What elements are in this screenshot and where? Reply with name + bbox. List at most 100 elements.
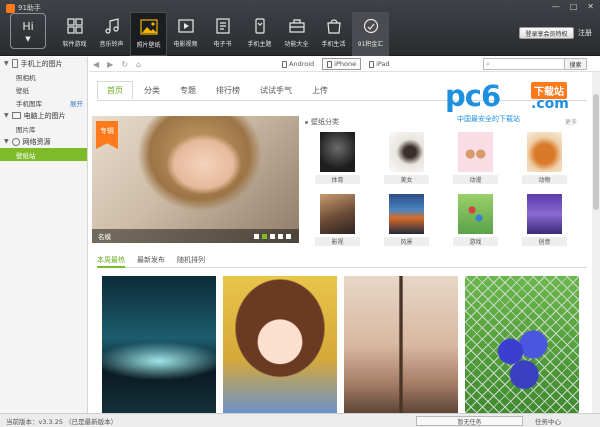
nav-ebook[interactable]: 电子书	[204, 12, 241, 56]
tab-topics[interactable]: 专题	[171, 81, 205, 100]
sidebar-item-camera[interactable]: 照相机	[0, 70, 87, 83]
category-thumb	[458, 132, 493, 172]
category-thumb	[320, 194, 355, 234]
phone-theme-icon	[251, 17, 269, 35]
category-thumb	[389, 132, 424, 172]
category-animals[interactable]: 动物	[522, 132, 567, 184]
logo-suffix: .com	[531, 96, 569, 112]
vertical-scrollbar[interactable]	[592, 72, 600, 413]
window-title: 91助手	[18, 4, 41, 12]
sidebar-item-wallpaper[interactable]: 壁纸	[0, 83, 87, 96]
nav-theme[interactable]: 手机主题	[241, 12, 278, 56]
carousel-dot[interactable]	[270, 234, 275, 239]
search-input[interactable]: ⌕	[483, 58, 565, 70]
device-tab-ipad[interactable]: iPad	[365, 58, 394, 70]
chevron-down-icon: ▼	[25, 34, 31, 43]
sidebar-group-network[interactable]: ▼ 网络资源	[0, 135, 87, 148]
shopping-bag-icon	[325, 17, 343, 35]
category-label: 体育	[315, 175, 360, 184]
sidebar-group-phone[interactable]: ▼ 手机上的图片	[0, 57, 87, 70]
logo-slogan: 中国最安全的下载站	[457, 115, 520, 123]
nav-label: 手机生活	[321, 41, 346, 48]
carousel-dot[interactable]	[278, 234, 283, 239]
close-button[interactable]: ✕	[587, 2, 594, 11]
carousel-dot[interactable]	[254, 234, 259, 239]
sidebar-item-wallpaper-site[interactable]: 壁纸站	[0, 148, 87, 161]
search-bar: ⌕ 搜索	[483, 58, 587, 70]
nav-photos[interactable]: 照片壁纸	[130, 12, 167, 56]
back-icon[interactable]: ◀	[93, 60, 99, 69]
wallpaper-thumb[interactable]	[465, 276, 579, 413]
device-tab-android[interactable]: Android	[278, 58, 318, 70]
nav-music[interactable]: 音乐铃声	[93, 12, 130, 56]
main-nav: 软件游戏 音乐铃声 照片壁纸 电影视频 电子书 手机主题 功能大全 手机生活 9…	[56, 12, 389, 56]
featured-banner[interactable]: 专辑 名模	[92, 116, 299, 243]
sidebar-item-library[interactable]: 图片库	[0, 122, 87, 135]
wallpaper-thumb[interactable]	[102, 276, 216, 413]
forward-icon[interactable]: ▶	[107, 60, 113, 69]
category-movies[interactable]: 影视	[315, 194, 360, 246]
register-link[interactable]: 注册	[578, 28, 592, 38]
scrollbar-thumb[interactable]	[593, 94, 599, 210]
device-switch: Android iPhone iPad	[278, 58, 394, 70]
login-button[interactable]: 登录享会员特权	[519, 27, 574, 39]
video-play-icon	[177, 17, 195, 35]
wallpaper-grid	[102, 276, 579, 413]
sidebar-item-gallery[interactable]: 手机图库 展开	[0, 96, 87, 109]
category-beauty[interactable]: 美女	[384, 132, 429, 184]
nav-apps[interactable]: 软件游戏	[56, 12, 93, 56]
task-center-button[interactable]: 任务中心	[535, 416, 561, 426]
expand-link[interactable]: 展开	[70, 98, 83, 108]
wallpaper-thumb[interactable]	[344, 276, 458, 413]
carousel-dots	[254, 234, 291, 239]
tab-weekly-hot[interactable]: 本周最热	[97, 255, 125, 268]
category-creative[interactable]: 创意	[522, 194, 567, 246]
carousel-dot[interactable]	[286, 234, 291, 239]
banner-photo	[92, 116, 299, 243]
category-sports[interactable]: 体育	[315, 132, 360, 184]
tab-upload[interactable]: 上传	[303, 81, 337, 100]
category-title-text: 壁纸分类	[311, 118, 339, 126]
computer-icon	[11, 112, 21, 119]
more-link[interactable]: 更多	[565, 117, 577, 126]
tab-ranking[interactable]: 排行榜	[207, 81, 249, 100]
tab-category[interactable]: 分类	[135, 81, 169, 100]
carousel-dot[interactable]	[262, 234, 267, 239]
top-toolbar: 91助手 — □ ✕ Hi ▼ 软件游戏 音乐铃声 照片壁纸 电影视频 电子书 …	[0, 0, 600, 56]
category-anime[interactable]: 动漫	[453, 132, 498, 184]
minimize-button[interactable]: —	[552, 2, 560, 11]
wallpaper-thumb[interactable]	[223, 276, 337, 413]
hi-button[interactable]: Hi ▼	[10, 13, 46, 49]
nav-coins[interactable]: 91积金汇	[352, 12, 389, 56]
category-label: 风景	[384, 237, 429, 246]
tab-home[interactable]: 首页	[97, 81, 133, 100]
category-grid: 体育 美女 动漫 动物 影视 风景 游戏 创意	[315, 132, 567, 246]
sidebar-item-label: 照相机	[16, 73, 36, 82]
maximize-button[interactable]: □	[570, 2, 578, 11]
sidebar: ▼ 手机上的图片 照相机 壁纸 手机图库 展开 ▼ 电脑上的图片 图片库 ▼ 网…	[0, 57, 88, 413]
device-tab-iphone[interactable]: iPhone	[322, 58, 362, 70]
category-games[interactable]: 游戏	[453, 194, 498, 246]
nav-life[interactable]: 手机生活	[315, 12, 352, 56]
tab-random[interactable]: 随机排列	[177, 255, 205, 268]
status-bar: 当前版本：v3.3.25 （已是最新版本） 暂无任务 任务中心	[0, 413, 600, 427]
nav-label: 软件游戏	[62, 41, 87, 48]
home-icon[interactable]: ⌂	[136, 60, 141, 69]
tab-newest[interactable]: 最新发布	[137, 255, 165, 268]
phone-icon	[327, 60, 333, 68]
sidebar-item-label: 图片库	[16, 125, 36, 134]
refresh-icon[interactable]: ↻	[121, 60, 128, 69]
category-label: 美女	[384, 175, 429, 184]
tablet-icon	[369, 60, 375, 68]
search-button[interactable]: 搜索	[565, 58, 587, 70]
banner-caption-text: 名模	[98, 233, 111, 241]
category-label: 游戏	[453, 237, 498, 246]
sidebar-group-pc[interactable]: ▼ 电脑上的图片	[0, 109, 87, 122]
category-scenery[interactable]: 风景	[384, 194, 429, 246]
apps-grid-icon	[66, 17, 84, 35]
category-label: 动物	[522, 175, 567, 184]
nav-tools[interactable]: 功能大全	[278, 12, 315, 56]
tab-lucky[interactable]: 试试手气	[251, 81, 301, 100]
category-thumb	[458, 194, 493, 234]
nav-video[interactable]: 电影视频	[167, 12, 204, 56]
